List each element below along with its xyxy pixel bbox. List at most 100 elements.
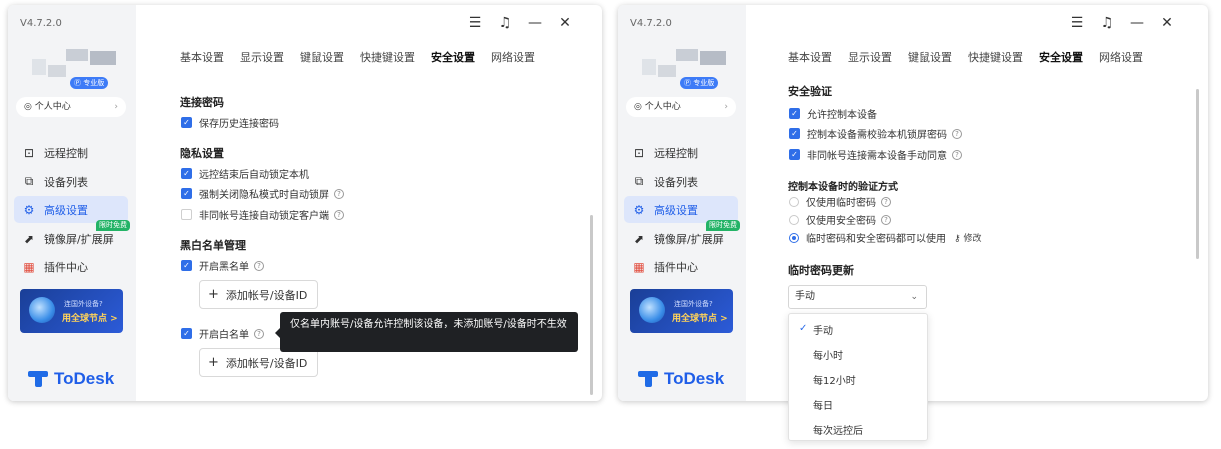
gear-icon: ⚙ [633,202,645,217]
tab-basic[interactable]: 基本设置 [180,49,224,65]
tab-display[interactable]: 显示设置 [848,49,892,65]
settings-tabs: 基本设置 显示设置 键鼠设置 快捷键设置 安全设置 网络设置 [180,49,551,65]
both-passwords-option[interactable]: 临时密码和安全密码都可以使用 ⚷ 修改 [789,230,981,245]
nav-plugin-center[interactable]: ▦ 插件中心 [624,253,738,280]
add-blacklist-button[interactable]: + 添加帐号/设备ID [199,280,318,309]
help-icon[interactable]: ? [334,209,344,220]
tab-shortcuts[interactable]: 快捷键设置 [360,49,415,65]
force-lock-option[interactable]: ✓ 强制关闭隐私模式时自动锁屏? [181,186,344,201]
personal-center-button[interactable]: ◎ 个人中心 › [16,97,126,117]
checkbox-checked-icon[interactable]: ✓ [181,117,192,128]
save-history-password-option[interactable]: ✓ 保存历史连接密码 [181,115,279,130]
bell-icon[interactable]: ♫ [1096,15,1118,31]
enable-whitelist-option[interactable]: ✓ 开启白名单? [181,326,264,341]
checkbox-unchecked-icon[interactable] [181,209,192,220]
section-title-blackwhite: 黑白名单管理 [180,239,246,252]
window-controls: ☰ ♫ — ✕ [456,15,576,31]
temp-update-select[interactable]: 手动 ⌄ [788,285,927,309]
tab-keyboard-mouse[interactable]: 键鼠设置 [908,49,952,65]
globe-icon [29,297,55,323]
tab-shortcuts[interactable]: 快捷键设置 [968,49,1023,65]
avatar[interactable]: Ⓟ 专业版 [32,49,120,89]
nav-remote-control[interactable]: ⊡ 远程控制 [624,139,738,166]
plus-icon: + [208,355,219,370]
secure-password-only-option[interactable]: 仅使用安全密码? [789,212,891,227]
nav-advanced-settings[interactable]: ⚙ 高级设置 [14,196,128,223]
personal-center-button[interactable]: ◎ 个人中心 › [626,97,736,117]
todesk-logo: ToDesk [28,369,114,389]
help-icon[interactable]: ? [254,328,264,339]
checkbox-checked-icon[interactable]: ✓ [181,168,192,179]
help-icon[interactable]: ? [881,196,891,207]
checkbox-checked-icon[interactable]: ✓ [789,149,800,160]
nav-device-list[interactable]: ⧉ 设备列表 [624,168,738,195]
checkbox-checked-icon[interactable]: ✓ [181,328,192,339]
nav-advanced-settings[interactable]: ⚙ 高级设置 [624,196,738,223]
allow-control-option[interactable]: ✓ 允许控制本设备 [789,106,877,121]
dropdown-option-12h[interactable]: 每12小时 [813,372,856,387]
tab-keyboard-mouse[interactable]: 键鼠设置 [300,49,344,65]
close-icon[interactable]: ✕ [1156,15,1178,31]
globe-icon [639,297,665,323]
dropdown-option-after-remote[interactable]: 每次远控后 [813,422,863,437]
require-lock-password-option[interactable]: ✓ 控制本设备需校验本机锁屏密码? [789,126,962,141]
sidebar: V4.7.2.0 Ⓟ 专业版 ◎ 个人中心 › ⊡ 远程控制 ⧉ 设备列表 ⚙ 高级设… [8,5,136,401]
add-whitelist-button[interactable]: + 添加帐号/设备ID [199,348,318,377]
tab-security[interactable]: 安全设置 [1039,49,1083,65]
tab-display[interactable]: 显示设置 [240,49,284,65]
minimize-icon[interactable]: — [524,15,546,31]
checkbox-checked-icon[interactable]: ✓ [789,108,800,119]
global-node-promo[interactable]: 连国外设备? 用全球节点 > [630,289,733,333]
section-title-temp-update: 临时密码更新 [788,264,854,277]
checkbox-checked-icon[interactable]: ✓ [789,128,800,139]
help-icon[interactable]: ? [254,260,264,271]
section-title-security-verify: 安全验证 [788,85,832,98]
chevron-down-icon: ⌄ [910,292,918,302]
nav-mirror-screen[interactable]: ⬈ 镜像屏/扩展屏 限时免费 [14,220,130,252]
dropdown-option-daily[interactable]: 每日 [813,397,833,412]
version-label: V4.7.2.0 [20,18,62,29]
help-icon[interactable]: ? [334,188,344,199]
auto-lock-after-remote-option[interactable]: ✓ 远控结束后自动锁定本机 [181,166,309,181]
radio-unselected-icon[interactable] [789,214,799,225]
edit-password-link[interactable]: ⚷ 修改 [954,231,981,244]
dropdown-option-hourly[interactable]: 每小时 [813,347,843,362]
tab-basic[interactable]: 基本设置 [788,49,832,65]
checkbox-checked-icon[interactable]: ✓ [181,188,192,199]
help-icon[interactable]: ? [881,214,891,225]
manual-consent-option[interactable]: ✓ 非同帐号连接需本设备手动同意? [789,147,962,162]
radio-selected-icon[interactable] [789,232,799,243]
menu-icon[interactable]: ☰ [464,15,486,31]
scrollbar[interactable] [1196,89,1199,259]
menu-icon[interactable]: ☰ [1066,15,1088,31]
lock-client-diff-account-option[interactable]: 非同帐号连接自动锁定客户端? [181,207,344,222]
bell-icon[interactable]: ♫ [494,15,516,31]
scrollbar[interactable] [590,215,593,395]
nav-remote-control[interactable]: ⊡ 远程控制 [14,139,128,166]
version-label: V4.7.2.0 [630,18,672,29]
checkbox-checked-icon[interactable]: ✓ [181,260,192,271]
sidebar: V4.7.2.0 Ⓟ 专业版 ◎ 个人中心 › ⊡ 远程控制 ⧉ 设备列表 ⚙ 高级设… [618,5,746,401]
nav-plugin-center[interactable]: ▦ 插件中心 [14,253,128,280]
nav-device-list[interactable]: ⧉ 设备列表 [14,168,128,195]
tab-network[interactable]: 网络设置 [1099,49,1143,65]
check-icon: ✓ [799,323,808,334]
section-title-privacy: 隐私设置 [180,147,224,160]
temp-password-only-option[interactable]: 仅使用临时密码? [789,194,891,209]
pro-badge: Ⓟ 专业版 [680,77,719,89]
tab-network[interactable]: 网络设置 [491,49,535,65]
enable-blacklist-option[interactable]: ✓ 开启黑名单? [181,258,264,273]
global-node-promo[interactable]: 连国外设备? 用全球节点 > [20,289,123,333]
dropdown-option-manual[interactable]: 手动 [813,322,833,337]
radio-unselected-icon[interactable] [789,196,799,207]
todesk-logo-icon [638,371,658,387]
tab-security[interactable]: 安全设置 [431,49,475,65]
avatar[interactable]: Ⓟ 专业版 [642,49,730,89]
user-icon: ◎ [634,102,642,112]
nav-mirror-screen[interactable]: ⬈ 镜像屏/扩展屏 限时免费 [624,220,740,252]
minimize-icon[interactable]: — [1126,15,1148,31]
help-icon[interactable]: ? [952,128,962,139]
close-icon[interactable]: ✕ [554,15,576,31]
help-icon[interactable]: ? [952,149,962,160]
mirror-screen-icon: ⬈ [633,231,645,246]
